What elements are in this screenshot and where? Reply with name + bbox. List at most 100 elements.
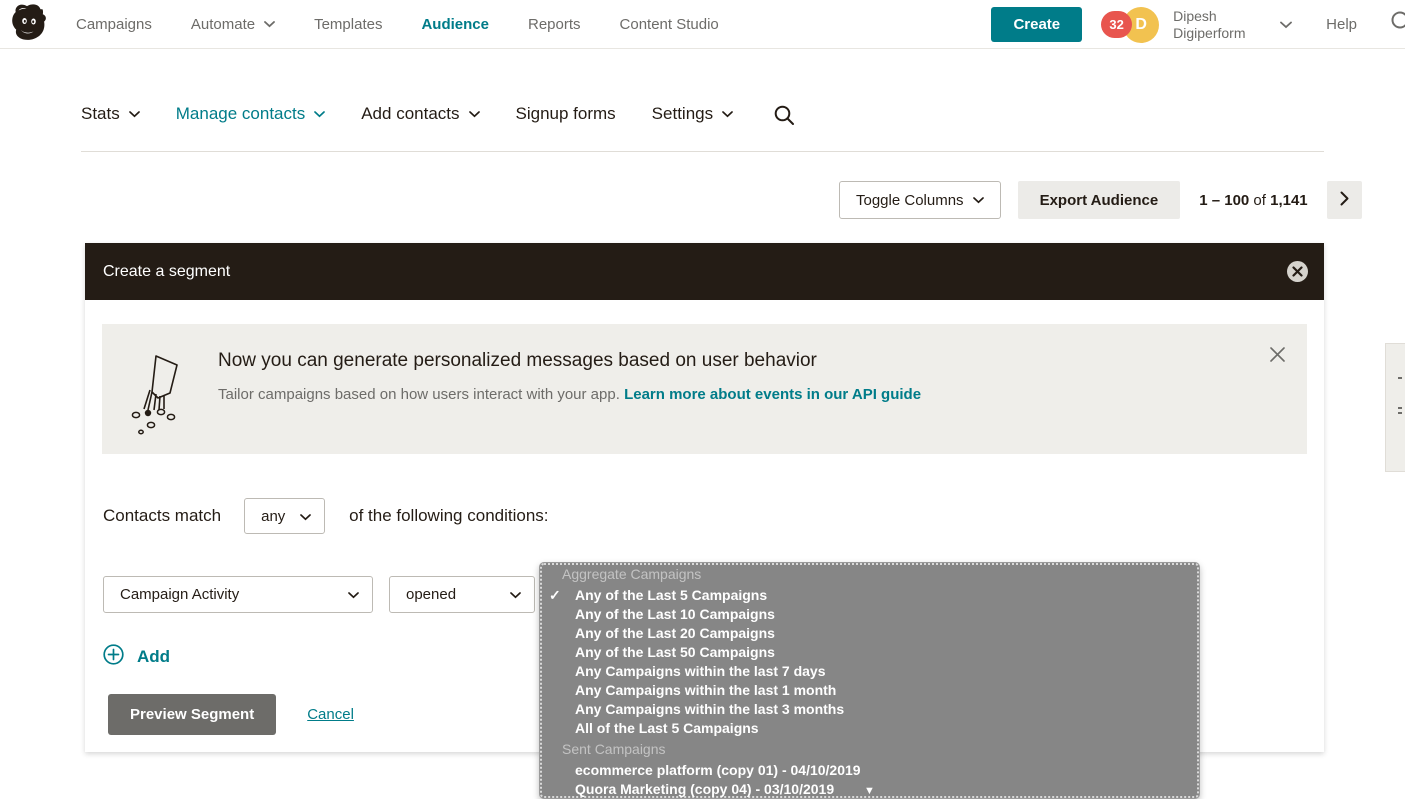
triangle-down-icon[interactable]: ▼: [540, 784, 1199, 798]
panel-header: Create a segment: [85, 243, 1324, 300]
pagination-range: 1 – 100: [1199, 191, 1250, 209]
condition-operator-select[interactable]: opened: [389, 576, 535, 613]
chevron-down-icon: [972, 196, 984, 204]
search-icon[interactable]: [773, 104, 795, 143]
chevron-down-icon: [510, 586, 521, 603]
notice-subtitle-text: Tailor campaigns based on how users inte…: [218, 386, 620, 403]
match-type-value: any: [261, 507, 286, 525]
chevron-down-icon: [300, 508, 311, 525]
offscreen-line: [1398, 377, 1402, 379]
dropdown-option-label: Any of the Last 10 Campaigns: [575, 606, 775, 622]
nav-item-reports[interactable]: Reports: [528, 16, 581, 33]
dropdown-option-label: Any of the Last 50 Campaigns: [575, 644, 775, 660]
contacts-match-tail-label: of the following conditions:: [349, 506, 549, 525]
checkmark-icon: ✓: [549, 587, 561, 603]
dropdown-option-label: Any Campaigns within the last 7 days: [575, 663, 826, 679]
dropdown-option[interactable]: Any Campaigns within the last 7 days: [540, 662, 1199, 681]
subnav-label: Stats: [81, 104, 120, 123]
pagination-total: 1,141: [1270, 191, 1308, 209]
subnav-item-settings[interactable]: Settings: [652, 104, 733, 138]
dropdown-option[interactable]: Any of the Last 50 Campaigns: [540, 643, 1199, 662]
dropdown-group-label: Aggregate Campaigns: [562, 566, 702, 582]
match-type-select[interactable]: any: [244, 498, 326, 534]
add-condition-button[interactable]: Add: [103, 644, 170, 670]
search-icon[interactable]: [1389, 10, 1405, 39]
chevron-down-icon: [264, 20, 275, 28]
notice-title: Now you can generate personalized messag…: [218, 350, 817, 371]
nav-item-automate[interactable]: Automate: [191, 16, 275, 33]
chevron-down-icon: [468, 110, 480, 118]
dropdown-option-label: Any of the Last 5 Campaigns: [575, 587, 768, 603]
header-actions: Create D 32 Dipesh Digiperform Help: [991, 0, 1405, 49]
help-link[interactable]: Help: [1326, 16, 1357, 33]
subnav-item-add-contacts[interactable]: Add contacts: [361, 104, 480, 138]
condition-field-value: Campaign Activity: [120, 586, 240, 603]
nav-label: Templates: [314, 15, 383, 33]
notification-badge[interactable]: 32: [1101, 10, 1133, 38]
chevron-down-icon: [314, 110, 326, 118]
top-header: Campaigns Automate Templates Audience Re…: [0, 0, 1405, 49]
add-condition-label: Add: [137, 647, 171, 666]
dropdown-option[interactable]: Any of the Last 10 Campaigns: [540, 605, 1199, 624]
nav-item-content-studio[interactable]: Content Studio: [620, 16, 719, 33]
nav-label: Content Studio: [619, 15, 719, 33]
hand-sprinkling-seeds-illustration: [130, 352, 194, 443]
account-name[interactable]: Dipesh Digiperform: [1173, 8, 1265, 42]
nav-label: Audience: [421, 15, 489, 33]
dropdown-option[interactable]: Any Campaigns within the last 3 months: [540, 700, 1199, 719]
condition-value-dropdown[interactable]: Aggregate Campaigns ✓ Any of the Last 5 …: [539, 562, 1200, 799]
account-avatar-group[interactable]: D 32: [1101, 6, 1160, 43]
subnav-item-manage-contacts[interactable]: Manage contacts: [175, 104, 326, 138]
offscreen-side-panel: [1385, 343, 1405, 472]
chevron-down-icon: [128, 110, 140, 118]
mailchimp-freddie-logo[interactable]: [10, 2, 50, 46]
nav-label: Automate: [190, 15, 256, 33]
dropdown-group-aggregate: Aggregate Campaigns ✓ Any of the Last 5 …: [540, 563, 1199, 738]
offscreen-line: [1398, 407, 1402, 409]
pagination-of: of: [1253, 191, 1266, 209]
notice-text-block: Now you can generate personalized messag…: [218, 350, 921, 403]
subnav-item-stats[interactable]: Stats: [81, 104, 140, 138]
cancel-link[interactable]: Cancel: [307, 706, 354, 723]
main-navigation: Campaigns Automate Templates Audience Re…: [76, 16, 758, 33]
contacts-match-label: Contacts match: [103, 506, 222, 525]
dropdown-option[interactable]: ✓ Any of the Last 5 Campaigns: [540, 586, 1199, 605]
chevron-down-icon: [722, 110, 733, 118]
dropdown-option[interactable]: Any Campaigns within the last 1 month: [540, 681, 1199, 700]
subnav-label: Add contacts: [361, 104, 460, 123]
condition-field-select[interactable]: Campaign Activity: [103, 576, 373, 613]
api-guide-link[interactable]: Learn more about events in our API guide: [624, 386, 921, 403]
contacts-match-row: Contacts match any of the following cond…: [103, 498, 549, 534]
chevron-right-icon: [1339, 191, 1350, 209]
nav-item-templates[interactable]: Templates: [314, 16, 382, 33]
offscreen-line: [1398, 412, 1402, 414]
dropdown-option-label: ecommerce platform (copy 01) - 04/10/201…: [575, 762, 861, 778]
dropdown-option[interactable]: Any of the Last 20 Campaigns: [540, 624, 1199, 643]
notice-subtitle: Tailor campaigns based on how users inte…: [218, 386, 921, 403]
preview-segment-button[interactable]: Preview Segment: [108, 694, 277, 735]
export-audience-button[interactable]: Export Audience: [1017, 181, 1181, 219]
pagination-next-button[interactable]: [1326, 181, 1362, 219]
audience-toolbar: Toggle Columns Export Audience 1 – 100 o…: [839, 181, 1362, 219]
page-title: Create a segment: [103, 262, 231, 280]
toggle-columns-button[interactable]: Toggle Columns: [839, 181, 1001, 219]
dropdown-group-label: Sent Campaigns: [562, 741, 666, 757]
events-notice-banner: Now you can generate personalized messag…: [102, 324, 1307, 454]
dropdown-option-label: Any Campaigns within the last 3 months: [575, 701, 845, 717]
close-icon[interactable]: [1287, 261, 1308, 282]
nav-item-audience[interactable]: Audience: [421, 16, 489, 33]
chevron-down-icon[interactable]: [1280, 16, 1293, 34]
dropdown-option[interactable]: ecommerce platform (copy 01) - 04/10/201…: [540, 761, 1199, 780]
subnav-label: Manage contacts: [175, 104, 306, 123]
nav-item-campaigns[interactable]: Campaigns: [76, 16, 152, 33]
subnav-item-signup-forms[interactable]: Signup forms: [516, 104, 616, 138]
audience-subnav: Stats Manage contacts Add contacts Signu…: [81, 104, 1324, 152]
chevron-down-icon: [348, 586, 359, 603]
pagination-status: 1 – 100 of 1,141: [1199, 192, 1307, 209]
create-button[interactable]: Create: [991, 7, 1083, 42]
dropdown-option[interactable]: All of the Last 5 Campaigns: [540, 719, 1199, 738]
nav-label: Campaigns: [76, 15, 152, 33]
close-icon[interactable]: [1269, 346, 1286, 367]
toggle-columns-label: Toggle Columns: [856, 191, 964, 209]
subnav-label: Signup forms: [515, 104, 616, 123]
